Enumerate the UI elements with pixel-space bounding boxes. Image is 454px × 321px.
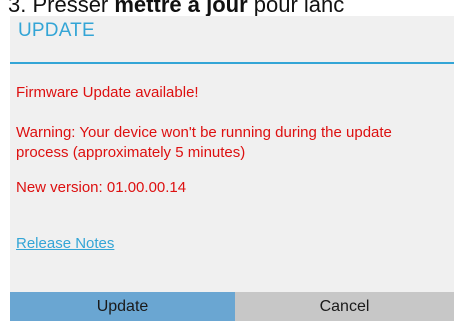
update-available-message: Firmware Update available! xyxy=(16,84,199,101)
warning-message: Warning: Your device won't be running du… xyxy=(16,124,392,161)
instruction-prefix: 3. Presser xyxy=(8,0,115,17)
dialog-title: UPDATE xyxy=(18,20,95,41)
new-version-message: New version: 01.00.00.14 xyxy=(16,179,187,196)
update-button[interactable]: Update xyxy=(10,292,235,321)
instruction-suffix: pour lanc xyxy=(247,0,345,17)
update-dialog: UPDATE Firmware Update available! Warnin… xyxy=(10,16,454,321)
title-divider xyxy=(10,62,454,64)
release-notes-link[interactable]: Release Notes xyxy=(16,235,114,252)
cancel-button[interactable]: Cancel xyxy=(235,292,454,321)
instruction-bold: mettre à jour xyxy=(114,0,248,17)
